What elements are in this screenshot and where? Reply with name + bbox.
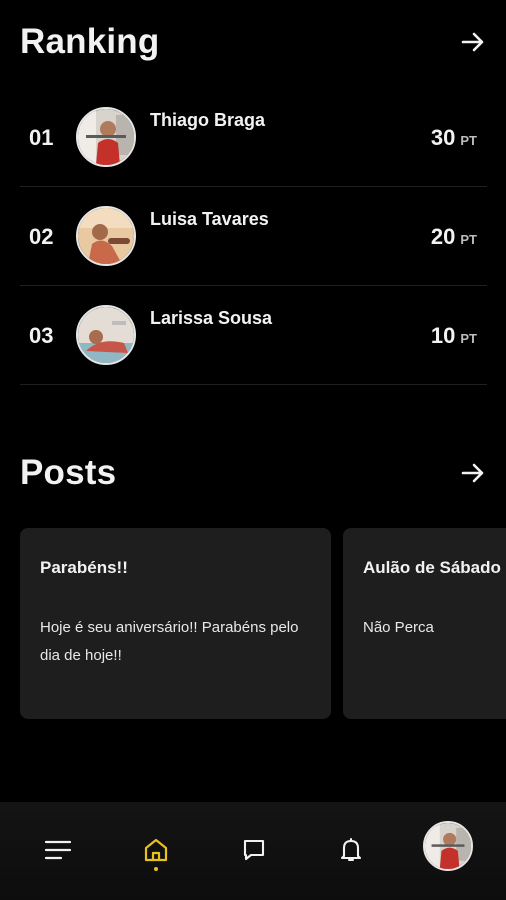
ranking-header: Ranking (20, 22, 488, 62)
posts-title: Posts (20, 453, 117, 492)
posts-header: Posts (20, 453, 488, 493)
post-card[interactable]: Aulão de Sábado Não Perca (343, 528, 506, 719)
ranking-name: Larissa Sousa (150, 308, 273, 328)
chat-icon (243, 839, 265, 861)
ranking-score: 30 PT (431, 125, 477, 151)
ranking-list: 01 Thiago Braga 30 PT 02 Luisa Tavares 2… (20, 88, 487, 385)
nav-home-button[interactable] (136, 830, 176, 871)
bell-icon (340, 837, 362, 862)
score-unit: PT (460, 331, 477, 346)
ranking-row[interactable]: 03 Larissa Sousa 10 PT (20, 286, 487, 385)
posts-carousel[interactable]: Parabéns!! Hoje é seu aniversário!! Para… (20, 528, 506, 720)
profile-avatar[interactable] (423, 821, 473, 871)
nav-menu-button[interactable] (38, 830, 78, 870)
post-title: Aulão de Sábado (363, 558, 501, 577)
home-icon (144, 838, 168, 862)
ranking-name: Luisa Tavares (150, 209, 269, 229)
ranking-see-all-button[interactable] (458, 27, 488, 57)
post-body: Hoje é seu aniversário!! Parabéns pelo d… (40, 619, 299, 664)
ranking-score: 10 PT (431, 323, 477, 349)
score-value: 20 (430, 224, 456, 249)
avatar (76, 305, 136, 365)
post-body: Não Perca (363, 619, 434, 636)
nav-chat-button[interactable] (234, 830, 274, 870)
score-unit: PT (460, 232, 477, 247)
active-indicator (154, 867, 158, 871)
ranking-score: 20 PT (431, 224, 477, 250)
posts-see-all-button[interactable] (458, 458, 488, 488)
arrow-right-icon (461, 463, 484, 483)
ranking-name: Thiago Braga (150, 110, 266, 130)
arrow-right-icon (461, 32, 484, 52)
ranking-position: 02 (29, 224, 54, 249)
avatar (76, 206, 136, 266)
post-title: Parabéns!! (40, 558, 128, 577)
ranking-position: 03 (29, 323, 54, 348)
nav-notifications-button[interactable] (331, 830, 371, 870)
post-card[interactable]: Parabéns!! Hoje é seu aniversário!! Para… (20, 528, 331, 719)
ranking-row[interactable]: 02 Luisa Tavares 20 PT (20, 187, 487, 286)
score-unit: PT (460, 133, 477, 148)
ranking-position: 01 (29, 125, 54, 150)
score-value: 10 (430, 323, 456, 348)
avatar (76, 107, 136, 167)
ranking-row[interactable]: 01 Thiago Braga 30 PT (20, 88, 487, 187)
ranking-title: Ranking (20, 22, 160, 61)
score-value: 30 (430, 125, 456, 150)
menu-icon (44, 840, 72, 860)
